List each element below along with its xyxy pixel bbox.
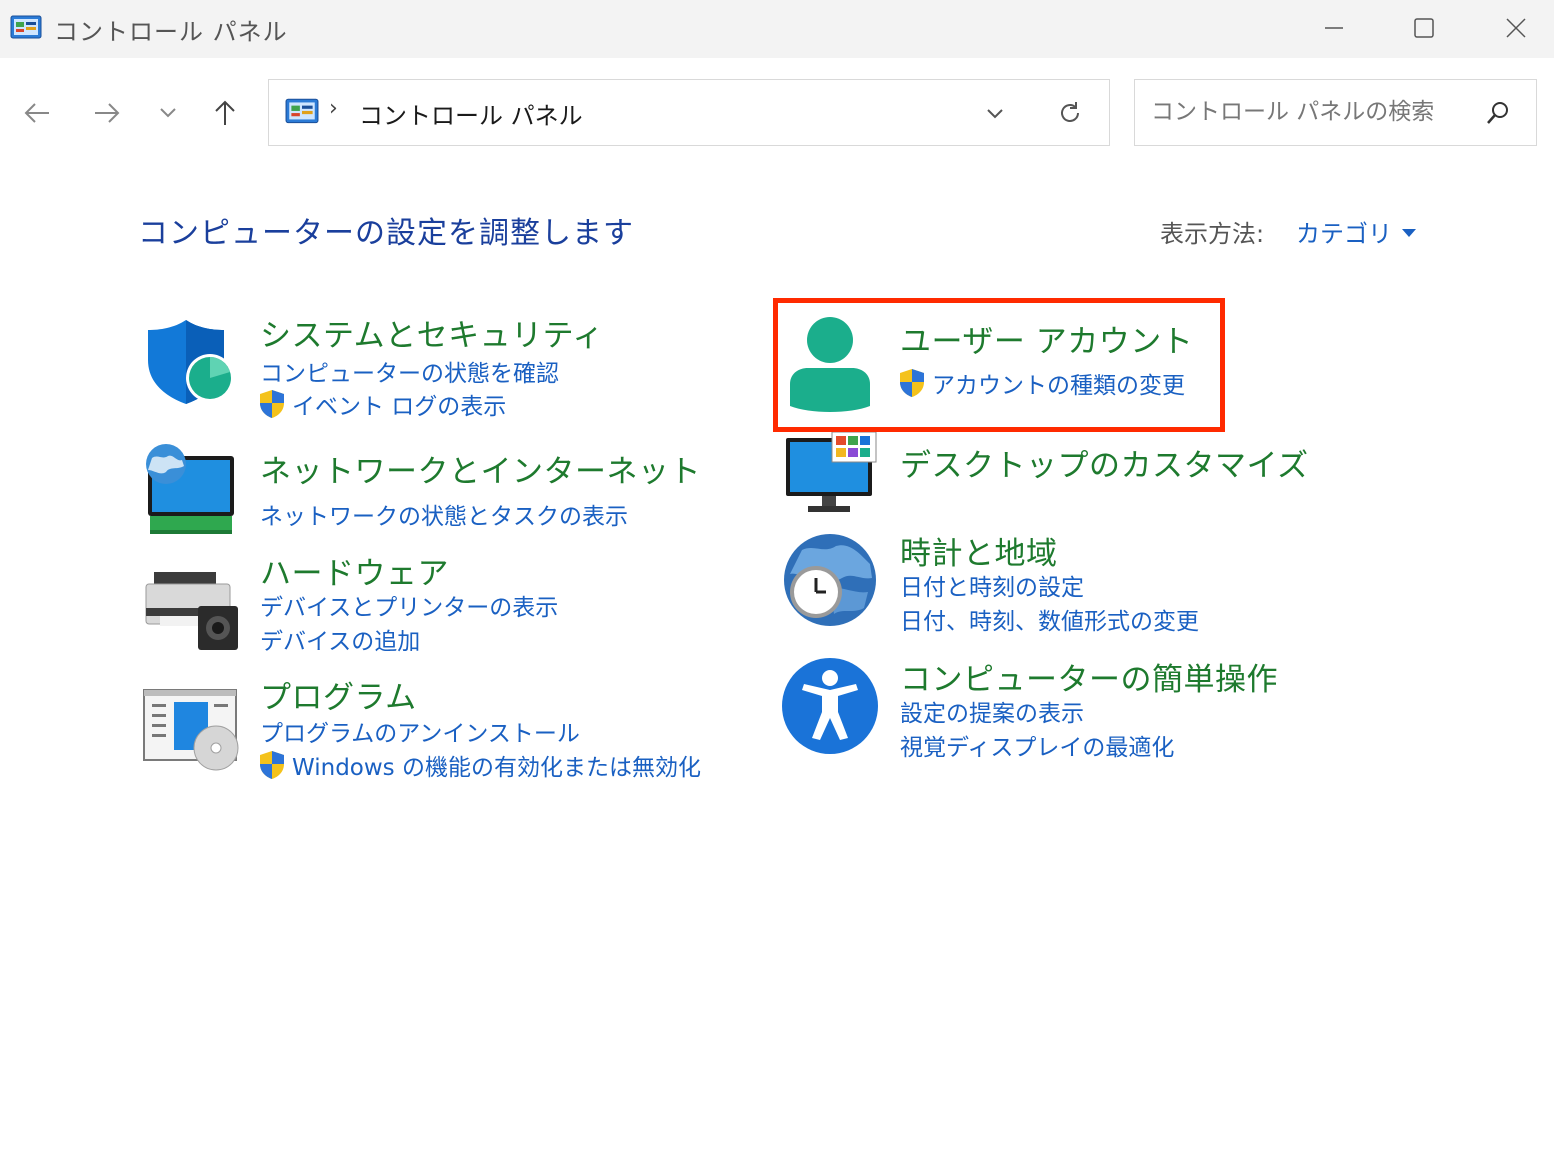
link-uninstall-program[interactable]: プログラムのアンインストール <box>260 714 580 748</box>
highlight-box <box>773 298 1225 432</box>
category-title-system-security[interactable]: システムとセキュリティ <box>260 310 604 355</box>
search-box[interactable] <box>1134 79 1537 146</box>
category-title-programs[interactable]: プログラム <box>260 672 417 717</box>
recent-locations-button[interactable] <box>143 88 193 138</box>
link-label: コンピューターの状態を確認 <box>260 361 559 387</box>
arrow-up-icon <box>215 100 235 125</box>
link-label: 日付、時刻、数値形式の変更 <box>900 609 1199 635</box>
arrow-left-icon <box>24 103 49 123</box>
link-add-device[interactable]: デバイスの追加 <box>260 622 420 656</box>
link-label: イベント ログの表示 <box>292 394 507 420</box>
link-label: 設定の提案の表示 <box>900 701 1084 727</box>
category-system-security: システムとセキュリティ コンピューターの状態を確認 イベント ログの表示 <box>140 310 740 420</box>
link-label: デバイスの追加 <box>260 629 421 655</box>
uac-shield-icon <box>258 750 286 780</box>
back-button[interactable] <box>12 88 62 138</box>
title-bar: コントロール パネル <box>0 0 1554 58</box>
link-optimize-display[interactable]: 視覚ディスプレイの最適化 <box>900 728 1174 762</box>
search-icon[interactable] <box>1481 96 1515 130</box>
link-view-event-logs[interactable]: イベント ログの表示 <box>258 387 506 421</box>
search-input[interactable] <box>1151 94 1471 130</box>
link-recommended-settings[interactable]: 設定の提案の表示 <box>900 694 1084 728</box>
category-network-internet: ネットワークとインターネット ネットワークの状態とタスクの表示 <box>140 444 740 544</box>
category-title-clock-region[interactable]: 時計と地域 <box>900 528 1058 573</box>
caret-down-icon <box>1402 228 1416 237</box>
globe-clock-icon[interactable] <box>780 528 880 628</box>
address-bar[interactable]: › コントロール パネル <box>268 79 1110 146</box>
breadcrumb-separator[interactable]: › <box>329 96 338 121</box>
uac-shield-icon <box>258 389 286 419</box>
chevron-down-icon <box>160 108 176 118</box>
link-devices-printers[interactable]: デバイスとプリンターの表示 <box>260 588 558 622</box>
address-history-button[interactable] <box>979 98 1011 130</box>
control-panel-icon <box>285 97 319 127</box>
desktop-icon[interactable] <box>780 430 880 530</box>
category-title-ease-of-access[interactable]: コンピューターの簡単操作 <box>900 654 1278 699</box>
category-title-hardware[interactable]: ハードウェア <box>260 548 449 593</box>
page-title: コンピューターの設定を調整します <box>138 216 634 251</box>
category-ease-of-access: コンピューターの簡単操作 設定の提案の表示 視覚ディスプレイの最適化 <box>780 654 1278 764</box>
link-set-date-time[interactable]: 日付と時刻の設定 <box>900 568 1084 602</box>
view-by-value: カテゴリ <box>1296 220 1392 248</box>
accessibility-icon[interactable] <box>780 654 880 754</box>
category-clock-region: 時計と地域 日付と時刻の設定 日付、時刻、数値形式の変更 <box>780 528 1220 638</box>
link-check-computer-status[interactable]: コンピューターの状態を確認 <box>260 354 559 388</box>
category-programs: プログラム プログラムのアンインストール Windows の機能の有効化または無… <box>140 672 760 782</box>
category-title-appearance[interactable]: デスクトップのカスタマイズ <box>900 440 1309 485</box>
maximize-button[interactable] <box>1394 6 1454 50</box>
control-panel-icon <box>10 14 42 42</box>
link-view-network-status[interactable]: ネットワークの状態とタスクの表示 <box>260 497 628 531</box>
chevron-down-icon <box>987 109 1003 119</box>
category-title-network-internet[interactable]: ネットワークとインターネット <box>260 446 701 491</box>
printer-icon[interactable] <box>140 566 240 666</box>
link-label: Windows の機能の有効化または無効化 <box>292 755 701 781</box>
link-windows-features[interactable]: Windows の機能の有効化または無効化 <box>258 748 701 782</box>
refresh-icon <box>1061 102 1079 122</box>
link-label: 日付と時刻の設定 <box>900 575 1084 601</box>
view-by-dropdown[interactable]: カテゴリ <box>1296 214 1416 249</box>
network-icon[interactable] <box>140 444 240 544</box>
refresh-button[interactable] <box>1052 95 1088 131</box>
close-button[interactable] <box>1486 6 1546 50</box>
window-title: コントロール パネル <box>54 18 288 46</box>
close-icon <box>1506 18 1526 38</box>
link-label: プログラムのアンインストール <box>260 721 580 747</box>
link-label: 視覚ディスプレイの最適化 <box>900 735 1175 761</box>
category-hardware-sound: ハードウェア デバイスとプリンターの表示 デバイスの追加 <box>140 548 740 658</box>
category-appearance: デスクトップのカスタマイズ <box>780 430 1308 520</box>
forward-button[interactable] <box>82 88 132 138</box>
view-by-label: 表示方法: <box>1160 220 1265 248</box>
link-change-formats[interactable]: 日付、時刻、数値形式の変更 <box>900 602 1199 636</box>
maximize-icon <box>1414 18 1434 38</box>
arrow-right-icon <box>95 103 120 123</box>
link-label: ネットワークの状態とタスクの表示 <box>260 504 628 530</box>
minimize-icon <box>1325 27 1343 29</box>
programs-icon[interactable] <box>140 686 240 786</box>
up-button[interactable] <box>200 88 250 138</box>
breadcrumb-control-panel[interactable]: コントロール パネル <box>359 96 583 131</box>
shield-icon[interactable] <box>140 310 240 410</box>
minimize-button[interactable] <box>1304 6 1364 50</box>
link-label: デバイスとプリンターの表示 <box>260 595 559 621</box>
